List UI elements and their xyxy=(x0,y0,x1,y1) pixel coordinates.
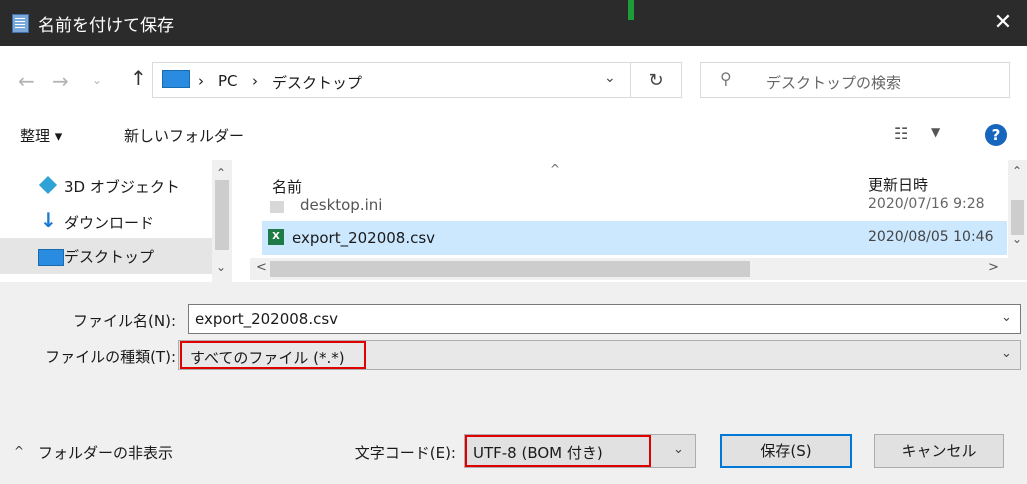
window-title: 名前を付けて保存 xyxy=(38,16,174,36)
file-list-vertical-scrollbar-thumb[interactable] xyxy=(1011,200,1024,235)
breadcrumb-separator-icon: › xyxy=(198,72,204,90)
filename-label: ファイル名(N): xyxy=(73,312,176,330)
scroll-down-icon[interactable]: ⌄ xyxy=(1012,232,1022,246)
file-name: export_202008.csv xyxy=(292,229,436,247)
nav-item-downloads[interactable]: ↓ ダウンロード xyxy=(0,204,212,240)
nav-item-desktop[interactable]: デスクトップ xyxy=(0,238,212,274)
pc-icon xyxy=(162,70,190,88)
file-name: desktop.ini xyxy=(300,196,383,214)
sort-ascending-icon: ^ xyxy=(550,162,561,176)
search-icon: ⚲ xyxy=(720,69,732,88)
scroll-up-icon[interactable]: ⌃ xyxy=(1012,164,1022,178)
notepad-icon xyxy=(12,14,29,33)
filetype-value: すべてのファイル (*.*) xyxy=(190,349,345,367)
new-folder-button[interactable]: 新しいフォルダー xyxy=(124,125,244,146)
excel-file-icon: X xyxy=(268,229,284,245)
settings-file-icon xyxy=(270,201,284,213)
up-arrow-icon[interactable]: ↑ xyxy=(130,66,147,90)
breadcrumb-desktop[interactable]: デスクトップ xyxy=(272,72,362,93)
close-button[interactable]: ✕ xyxy=(985,6,1021,40)
refresh-button[interactable]: ↻ xyxy=(630,62,682,98)
file-row[interactable]: desktop.ini 2020/07/16 9:28 xyxy=(262,196,1007,216)
column-header-date[interactable]: 更新日時 xyxy=(868,174,928,195)
chevron-down-icon[interactable]: ⌄ xyxy=(673,442,684,457)
file-date: 2020/07/16 9:28 xyxy=(868,196,985,212)
chevron-down-icon[interactable]: ⌄ xyxy=(1001,310,1012,325)
file-list-horizontal-scrollbar-thumb[interactable] xyxy=(270,261,750,277)
filename-field[interactable]: export_202008.csv ⌄ xyxy=(188,304,1021,334)
breadcrumb-pc[interactable]: PC xyxy=(218,72,238,90)
view-options-icon[interactable]: ☷ xyxy=(894,124,908,143)
breadcrumb-separator-icon: › xyxy=(252,72,258,90)
cube-3d-icon xyxy=(38,175,58,195)
nav-item-label: デスクトップ xyxy=(64,248,155,266)
recent-locations-chevron-icon[interactable]: ⌄ xyxy=(92,73,102,87)
nav-scroll-up-icon[interactable]: ⌃ xyxy=(216,166,226,180)
scroll-left-icon[interactable]: < xyxy=(256,260,267,275)
column-header-name[interactable]: 名前 xyxy=(272,176,302,197)
encoding-label: 文字コード(E): xyxy=(354,444,456,462)
encoding-highlight: UTF-8 (BOM 付き) xyxy=(465,435,651,467)
desktop-icon xyxy=(38,249,64,266)
download-icon: ↓ xyxy=(40,208,57,232)
search-input[interactable]: デスクトップの検索 xyxy=(766,72,901,93)
nav-scroll-down-icon[interactable]: ⌄ xyxy=(216,260,226,274)
filetype-highlight: すべてのファイル (*.*) xyxy=(180,341,366,369)
filetype-label: ファイルの種類(T): xyxy=(45,348,176,366)
scroll-right-icon[interactable]: > xyxy=(988,260,999,275)
address-dropdown-icon[interactable]: ⌄ xyxy=(604,70,616,86)
nav-scrollbar-thumb[interactable] xyxy=(215,180,229,250)
forward-arrow-icon[interactable]: → xyxy=(52,69,69,93)
view-dropdown-icon[interactable]: ▼ xyxy=(931,125,940,139)
hide-folders-button[interactable]: フォルダーの非表示 xyxy=(38,442,173,463)
chevron-up-icon[interactable]: ^ xyxy=(14,444,24,458)
encoding-value: UTF-8 (BOM 付き) xyxy=(473,444,603,462)
save-button[interactable]: 保存(S) xyxy=(720,434,852,468)
file-row-selected[interactable]: X export_202008.csv 2020/08/05 10:46 xyxy=(262,221,1007,255)
back-arrow-icon[interactable]: ← xyxy=(18,69,35,93)
nav-item-3d-objects[interactable]: 3D オブジェクト xyxy=(0,168,212,204)
cancel-button[interactable]: キャンセル xyxy=(874,434,1004,468)
help-icon[interactable]: ? xyxy=(985,124,1007,146)
nav-item-label: ダウンロード xyxy=(64,214,155,232)
chevron-down-icon[interactable]: ⌄ xyxy=(1001,346,1012,361)
organize-button[interactable]: 整理 ▾ xyxy=(20,125,62,146)
background-window-strip xyxy=(628,0,634,20)
filename-value: export_202008.csv xyxy=(195,310,339,328)
file-date: 2020/08/05 10:46 xyxy=(868,229,994,245)
nav-item-label: 3D オブジェクト xyxy=(64,178,180,196)
